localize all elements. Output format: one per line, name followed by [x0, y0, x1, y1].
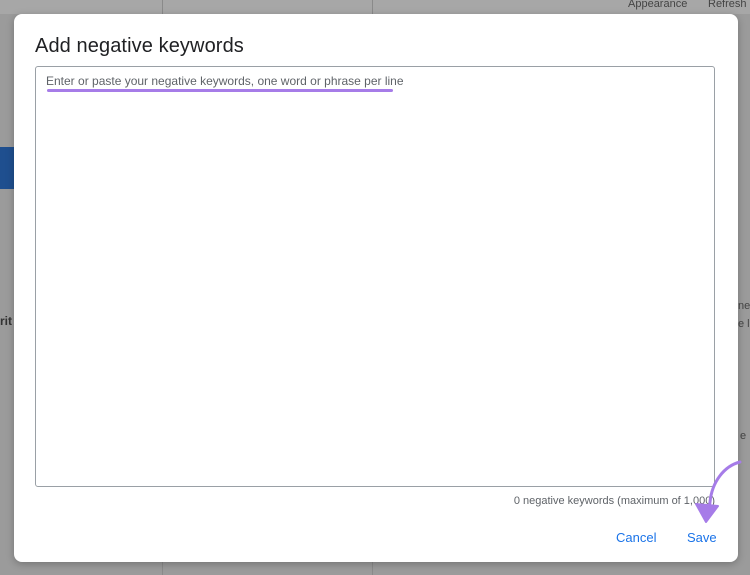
- background-right-fragment: e l: [738, 318, 750, 330]
- background-tab-appearance: Appearance: [628, 0, 688, 10]
- keyword-textarea-container: [35, 66, 715, 487]
- cancel-button[interactable]: Cancel: [614, 526, 658, 549]
- add-negative-keywords-dialog: Add negative keywords 0 negative keyword…: [14, 14, 738, 562]
- annotation-underline: [47, 89, 393, 92]
- screen-backdrop: Appearance Refresh rit ned e l e Add neg…: [0, 0, 750, 575]
- negative-keywords-textarea[interactable]: [36, 67, 714, 486]
- dialog-title: Add negative keywords: [35, 35, 244, 57]
- background-right-fragment: e: [740, 430, 747, 442]
- background-right-fragment: ned: [738, 300, 750, 312]
- background-left-fragment: rit: [0, 314, 12, 328]
- background-tab-refresh: Refresh: [708, 0, 747, 10]
- curved-arrow-icon: [695, 460, 742, 523]
- background-nav-highlight: [0, 147, 14, 189]
